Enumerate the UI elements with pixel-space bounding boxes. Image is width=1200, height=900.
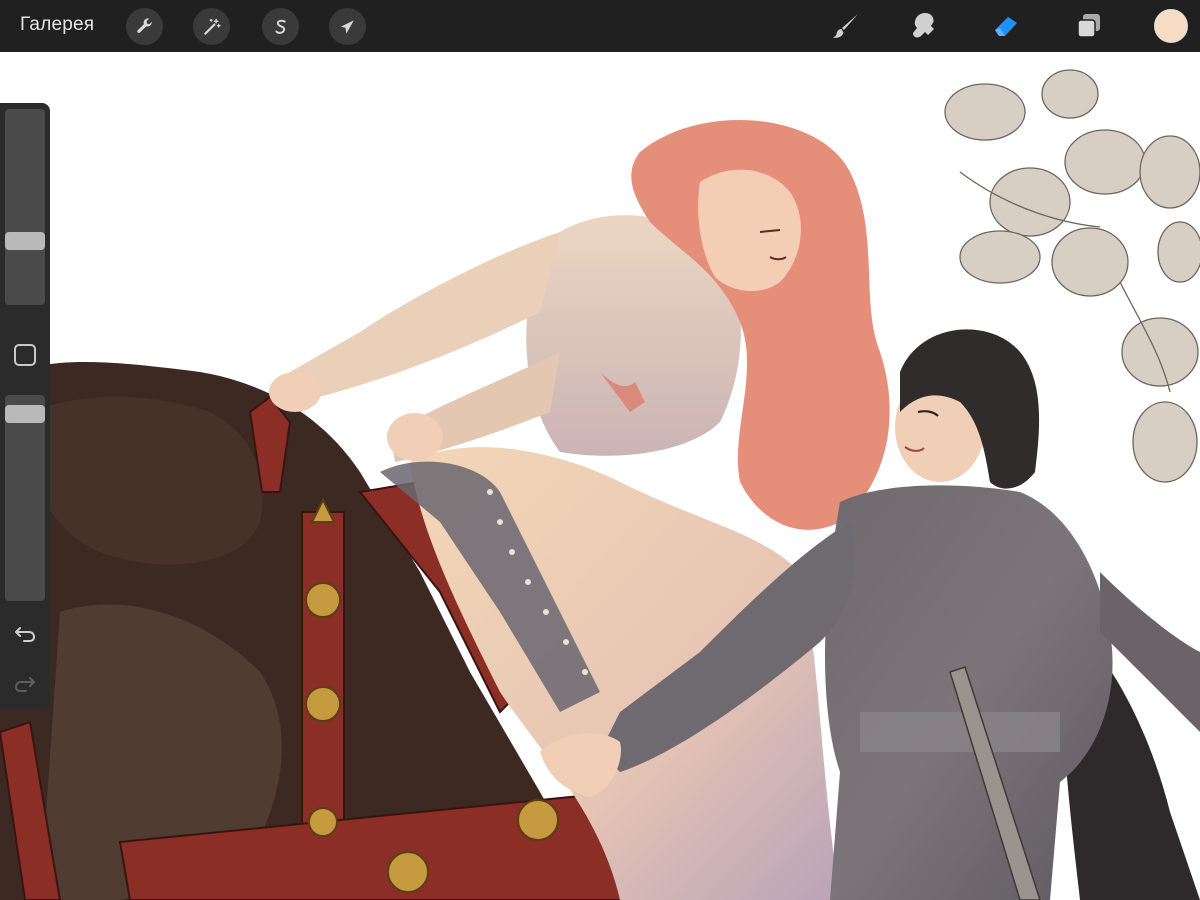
magic-wand-icon <box>203 18 221 35</box>
wrench-icon <box>136 17 152 33</box>
arrow-cursor-icon <box>340 19 354 34</box>
top-toolbar: Галерея <box>0 0 1200 52</box>
eraser-tool-button[interactable] <box>988 7 1026 45</box>
actions-button[interactable] <box>126 8 163 45</box>
redo-icon <box>14 677 35 692</box>
layers-button[interactable] <box>1070 7 1108 45</box>
transform-button[interactable] <box>329 8 366 45</box>
selection-button[interactable] <box>262 8 299 45</box>
adjustments-button[interactable] <box>193 8 230 45</box>
smudge-tool-button[interactable] <box>906 7 944 45</box>
redo-button[interactable] <box>12 669 38 695</box>
eraser-icon <box>995 17 1017 36</box>
brush-size-slider[interactable] <box>5 109 45 305</box>
opacity-handle[interactable] <box>5 405 45 423</box>
undo-icon <box>15 627 36 642</box>
artwork-illustration <box>0 69 1200 900</box>
left-sidebar <box>0 103 50 709</box>
smudge-icon <box>913 13 934 38</box>
brush-size-handle[interactable] <box>5 232 45 250</box>
gallery-button[interactable]: Галерея <box>20 14 94 36</box>
selection-s-icon <box>274 19 286 34</box>
square-modifier-button[interactable] <box>14 344 36 366</box>
opacity-slider[interactable] <box>5 395 45 601</box>
brush-tool-button[interactable] <box>827 7 865 45</box>
layers-icon <box>1077 14 1100 38</box>
brush-icon <box>833 14 858 38</box>
undo-button[interactable] <box>12 619 38 645</box>
color-picker-button[interactable] <box>1154 9 1188 43</box>
drawing-canvas[interactable] <box>0 52 1200 900</box>
